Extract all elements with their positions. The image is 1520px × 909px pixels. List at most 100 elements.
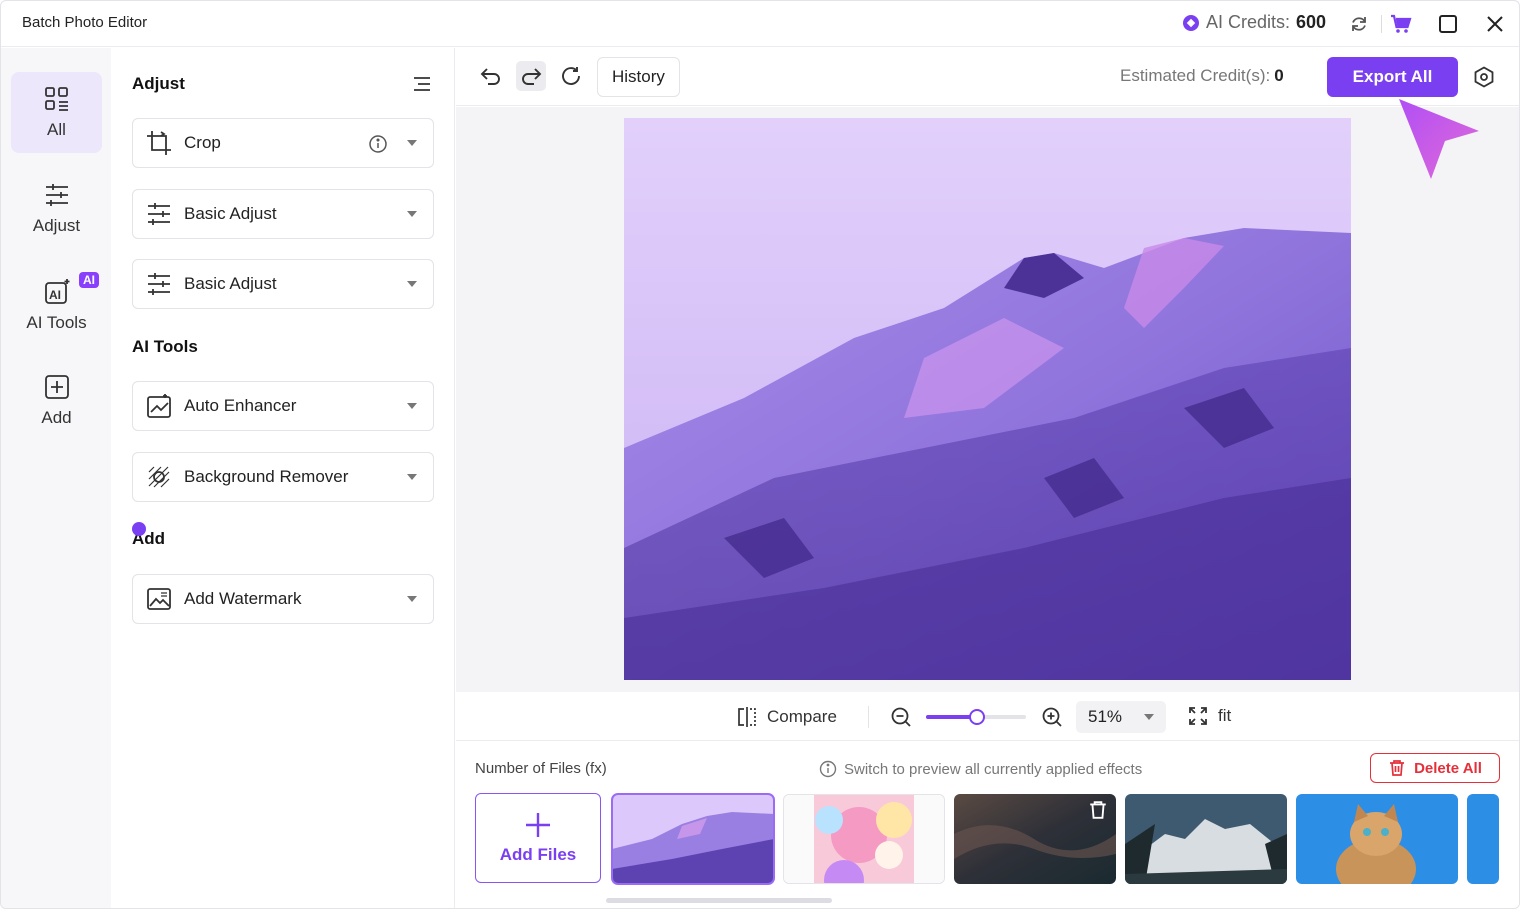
main-area: History Estimated Credit(s): 0 Export All: [456, 48, 1519, 908]
watermark-icon: [147, 588, 171, 610]
editor-toolbar: History Estimated Credit(s): 0 Export All: [456, 48, 1519, 106]
reset-button[interactable]: [556, 61, 586, 91]
section-title-ai-tools: AI Tools: [132, 337, 198, 356]
compare-icon: [738, 707, 756, 727]
tool-label: Basic Adjust: [184, 274, 277, 293]
zoom-in-button[interactable]: [1041, 706, 1063, 728]
preview-image: [624, 118, 1351, 680]
ai-icon: AI: [44, 278, 69, 304]
add-files-button[interactable]: Add Files: [475, 793, 601, 883]
app-title: Batch Photo Editor: [22, 14, 148, 31]
ai-badge: AI: [79, 272, 99, 288]
sliders-icon: [45, 183, 68, 206]
credit-icon: [1183, 14, 1199, 31]
chevron-down-icon: [1144, 714, 1154, 720]
redo-icon: [522, 68, 542, 85]
credits-label: AI Credits:: [1206, 12, 1291, 32]
undo-icon: [480, 68, 500, 85]
chevron-down-icon[interactable]: [407, 474, 417, 480]
file-count-label: Number of Files (fx): [475, 760, 607, 777]
file-thumbnail-2[interactable]: [783, 794, 945, 884]
file-thumbnail-1[interactable]: [611, 793, 775, 885]
maximize-icon[interactable]: [1437, 13, 1459, 35]
file-thumbnail-5[interactable]: [1296, 794, 1458, 884]
info-icon[interactable]: [368, 134, 388, 159]
zoom-value: 51%: [1088, 707, 1123, 726]
crop-icon: [147, 131, 171, 155]
rail-label: AI Tools: [26, 312, 87, 332]
pointer-arrow-icon: [1399, 99, 1479, 179]
tool-add-watermark[interactable]: Add Watermark: [132, 574, 434, 624]
section-title-adjust: Adjust: [132, 74, 185, 93]
file-thumbnail-3[interactable]: [954, 794, 1116, 884]
tool-basic-adjust-2[interactable]: Basic Adjust: [132, 259, 434, 309]
tool-basic-adjust-1[interactable]: Basic Adjust: [132, 189, 434, 239]
credits-value: 600: [1296, 12, 1327, 32]
tool-label: Crop: [184, 133, 221, 152]
zoom-bar: Compare 51% fit: [456, 693, 1519, 741]
add-files-label: Add Files: [499, 845, 577, 864]
chevron-down-icon[interactable]: [407, 403, 417, 409]
trash-icon[interactable]: [1088, 800, 1108, 825]
rail-item-adjust[interactable]: Adjust: [11, 168, 102, 249]
compare-label: Compare: [767, 707, 837, 726]
title-bar: Batch Photo Editor AI Credits: 600: [1, 1, 1519, 47]
zoom-separator: [868, 706, 869, 728]
fit-icon: [1189, 707, 1207, 725]
compare-button[interactable]: Compare: [737, 706, 837, 728]
tool-auto-enhancer[interactable]: Auto Enhancer: [132, 381, 434, 431]
zoom-slider[interactable]: [926, 709, 1026, 725]
tool-background-remover[interactable]: Background Remover: [132, 452, 434, 502]
hint-text: Switch to preview all currently applied …: [844, 760, 1143, 778]
thumbnail-scrollbar[interactable]: [606, 898, 832, 903]
refresh-icon[interactable]: [1348, 13, 1370, 35]
rail-label: Adjust: [32, 215, 81, 235]
tool-label: Add Watermark: [184, 589, 302, 608]
sliders-icon: [148, 273, 170, 295]
svg-text:AI: AI: [49, 288, 61, 302]
tool-crop[interactable]: Crop: [132, 118, 434, 168]
rail-label: Add: [41, 407, 72, 427]
redo-button[interactable]: [516, 61, 546, 91]
chevron-down-icon[interactable]: [407, 281, 417, 287]
rail-label: All: [47, 119, 66, 139]
tools-panel: Adjust Crop Basic Adjust Basic Adjust AI…: [112, 48, 455, 908]
rail-item-add[interactable]: Add: [11, 360, 102, 441]
sliders-icon: [148, 203, 170, 225]
app-window: Batch Photo Editor AI Credits: 600 All A…: [0, 0, 1520, 909]
rail-item-all[interactable]: All: [11, 72, 102, 153]
export-all-button[interactable]: Export All: [1327, 57, 1458, 97]
preview-hint: Switch to preview all currently applied …: [819, 760, 1142, 778]
side-rail: All Adjust AI AI AI Tools Add: [1, 48, 111, 908]
plus-icon: [526, 813, 550, 837]
estimated-credits: Estimated Credit(s): 0: [1120, 66, 1284, 86]
zoom-select[interactable]: 51%: [1076, 701, 1166, 733]
close-icon[interactable]: [1484, 13, 1506, 35]
ai-dot-icon: [132, 522, 146, 536]
zoom-out-button[interactable]: [890, 706, 912, 728]
undo-button[interactable]: [476, 61, 506, 91]
gear-icon[interactable]: [1473, 66, 1495, 93]
file-thumbnail-4[interactable]: [1125, 794, 1287, 884]
chevron-down-icon[interactable]: [407, 211, 417, 217]
file-thumbnail-6[interactable]: [1467, 794, 1499, 884]
reset-icon: [562, 67, 580, 85]
fit-label: fit: [1218, 706, 1232, 725]
list-settings-icon[interactable]: [412, 76, 432, 97]
zoom-slider-handle[interactable]: [969, 709, 985, 725]
fit-button[interactable]: fit: [1188, 706, 1231, 726]
tool-label: Background Remover: [184, 467, 349, 486]
rail-item-ai-tools[interactable]: AI AI AI Tools: [11, 264, 102, 345]
tool-label: Auto Enhancer: [184, 396, 297, 415]
chevron-down-icon[interactable]: [407, 140, 417, 146]
tool-label: Basic Adjust: [184, 204, 277, 223]
enhance-icon: [147, 394, 171, 418]
history-button[interactable]: History: [597, 57, 680, 97]
delete-label: Delete All: [1414, 759, 1482, 777]
chevron-down-icon[interactable]: [407, 596, 417, 602]
cart-icon[interactable]: [1390, 13, 1412, 35]
delete-all-button[interactable]: Delete All: [1370, 753, 1500, 783]
file-strip: Number of Files (fx) Switch to preview a…: [456, 742, 1519, 908]
info-icon: [819, 760, 837, 778]
ai-credits: AI Credits: 600: [1183, 12, 1326, 33]
